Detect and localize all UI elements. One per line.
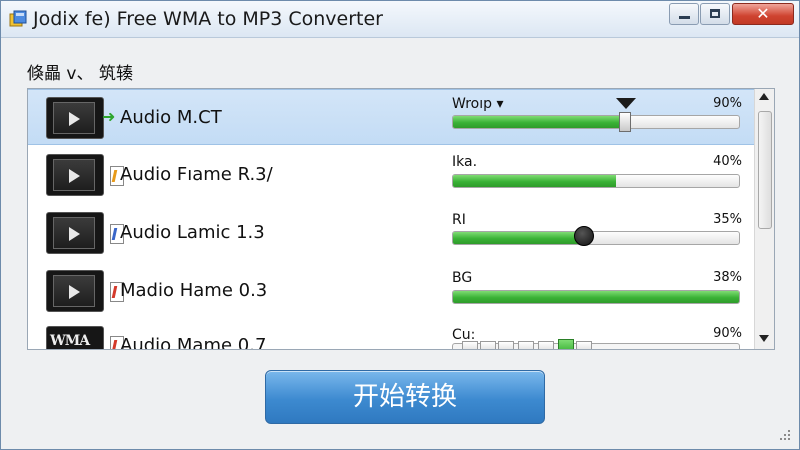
percent-text: 90% xyxy=(713,326,742,341)
file-name: Audio M.CT xyxy=(120,107,222,128)
vertical-scrollbar[interactable] xyxy=(754,89,774,349)
percent-text: 35% xyxy=(713,212,742,227)
list-item[interactable]: Audio Lamic 1.3 RI 35% xyxy=(28,205,754,261)
item-label: BG xyxy=(452,270,473,286)
item-label: RI xyxy=(452,212,466,228)
window-title: Jodix fe) Free WMA to MP3 Converter xyxy=(33,8,383,30)
close-button[interactable]: ✕ xyxy=(732,3,794,25)
slider-handle[interactable] xyxy=(619,112,631,132)
scroll-thumb[interactable] xyxy=(758,111,772,229)
progress-slider[interactable] xyxy=(452,115,740,129)
segment-active[interactable] xyxy=(558,339,574,349)
minimize-button[interactable] xyxy=(669,3,699,25)
progress-fill xyxy=(453,116,625,128)
slider-knob[interactable] xyxy=(574,226,594,246)
segment[interactable] xyxy=(480,341,496,349)
title-bar[interactable]: Jodix fe) Free WMA to MP3 Converter ✕ xyxy=(1,1,799,38)
wma-thumbnail: WMA xyxy=(46,326,104,349)
app-window: Jodix fe) Free WMA to MP3 Converter ✕ 倏畾… xyxy=(0,0,800,450)
progress-bar xyxy=(452,174,740,188)
file-name: Audio Fıame R.3/ xyxy=(120,164,273,185)
scroll-up-icon[interactable] xyxy=(759,93,769,100)
segment[interactable] xyxy=(462,341,478,349)
maximize-button[interactable] xyxy=(700,3,730,25)
segment[interactable] xyxy=(576,341,592,349)
video-thumbnail xyxy=(46,270,104,312)
menu-item[interactable]: 倏畾 v、 筑辏 xyxy=(27,59,133,84)
segment[interactable] xyxy=(518,341,534,349)
progress-bar xyxy=(452,290,740,304)
maximize-icon xyxy=(710,9,720,18)
percent-text: 90% xyxy=(713,96,742,111)
file-list[interactable]: ➜ Audio M.CT Wroıp ▾ 90% Audio Fıame R.3… xyxy=(27,88,775,350)
format-dropdown[interactable]: Wroıp ▾ xyxy=(452,96,503,112)
play-icon xyxy=(69,112,80,126)
play-icon xyxy=(69,285,80,299)
file-name: Madio Hame 0.3 xyxy=(120,280,268,301)
minimize-icon xyxy=(679,16,690,19)
wma-logo-text: WMA xyxy=(50,333,90,349)
progress-fill xyxy=(453,175,617,187)
percent-text: 40% xyxy=(713,154,742,169)
resize-grip-icon[interactable] xyxy=(773,425,793,445)
play-icon xyxy=(69,169,80,183)
list-item[interactable]: Madio Hame 0.3 BG 38% xyxy=(28,263,754,319)
progress-fill xyxy=(453,232,585,244)
list-item[interactable]: ➜ Audio M.CT Wroıp ▾ 90% xyxy=(28,89,754,145)
video-thumbnail xyxy=(46,97,104,139)
list-item[interactable]: Audio Fıame R.3/ Ika. 40% xyxy=(28,147,754,203)
percent-text: 38% xyxy=(713,270,742,285)
progress-fill xyxy=(453,291,739,303)
item-label: Ika. xyxy=(452,154,478,170)
file-name: Audio Mame 0.7 xyxy=(120,335,267,350)
progress-slider[interactable] xyxy=(452,231,740,245)
green-arrow-icon: ➜ xyxy=(102,107,116,126)
app-icon xyxy=(9,10,27,27)
play-icon xyxy=(69,227,80,241)
scroll-down-icon[interactable] xyxy=(759,335,769,342)
video-thumbnail xyxy=(46,212,104,254)
segment[interactable] xyxy=(538,341,554,349)
close-icon: ✕ xyxy=(756,4,770,23)
video-thumbnail xyxy=(46,154,104,196)
segment[interactable] xyxy=(498,341,514,349)
slider-marker-icon xyxy=(616,98,636,109)
file-name: Audio Lamic 1.3 xyxy=(120,222,265,243)
start-convert-button[interactable]: 开始转换 xyxy=(265,370,545,424)
